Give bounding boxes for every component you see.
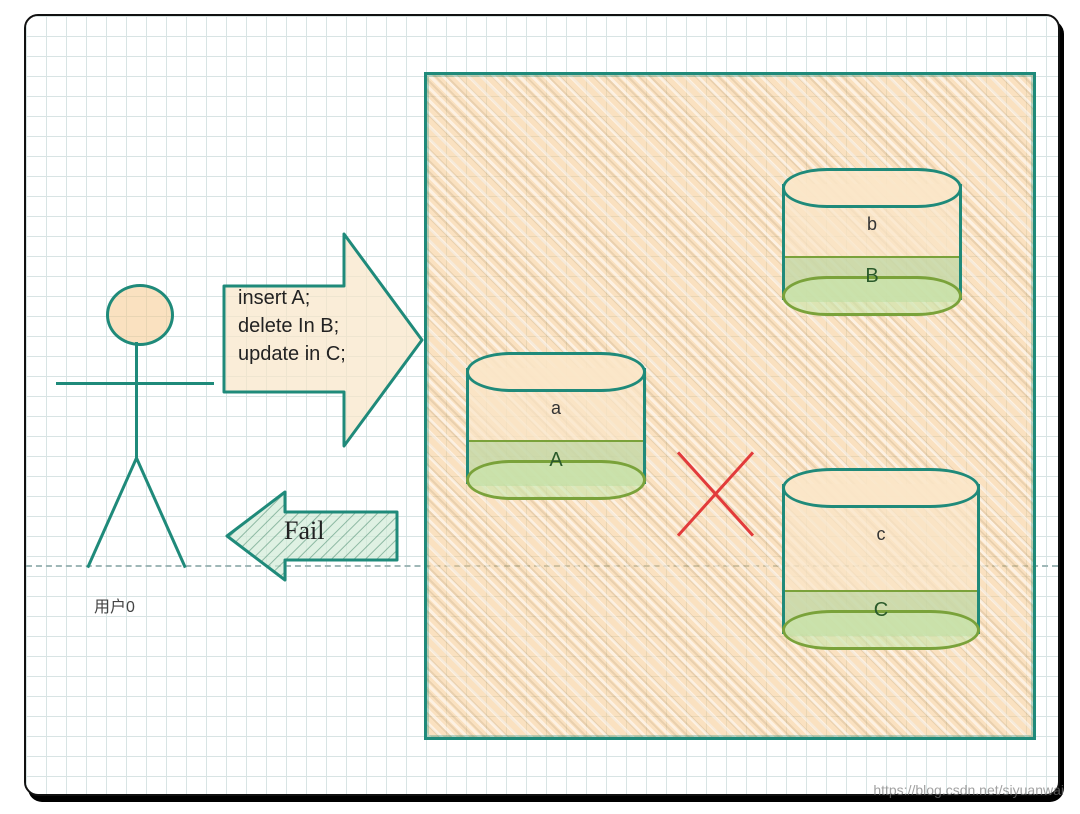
db-table-c: C bbox=[782, 599, 980, 622]
watermark: https://blog.csdn.net/siyuanwai bbox=[873, 782, 1064, 798]
user-label: 用户0 bbox=[94, 593, 135, 617]
db-host-c: c bbox=[782, 524, 980, 545]
database-b: b B bbox=[782, 168, 962, 316]
request-text: insert A; delete In B; update in C; bbox=[238, 284, 388, 368]
db-table-a: A bbox=[466, 449, 646, 472]
failure-x-icon bbox=[666, 444, 766, 544]
request-line-2: delete In B; bbox=[238, 312, 388, 340]
request-line-3: update in C; bbox=[238, 340, 388, 368]
request-line-1: insert A; bbox=[238, 284, 388, 312]
database-a: a A bbox=[466, 352, 646, 500]
db-host-a: a bbox=[466, 398, 646, 419]
db-host-b: b bbox=[782, 214, 962, 235]
diagram-frame: 用户0 insert A; delete In B; update in C; … bbox=[24, 14, 1060, 796]
db-table-b: B bbox=[782, 265, 962, 288]
user-icon bbox=[56, 284, 206, 594]
database-c: c C bbox=[782, 468, 980, 650]
response-status: Fail bbox=[284, 516, 324, 546]
